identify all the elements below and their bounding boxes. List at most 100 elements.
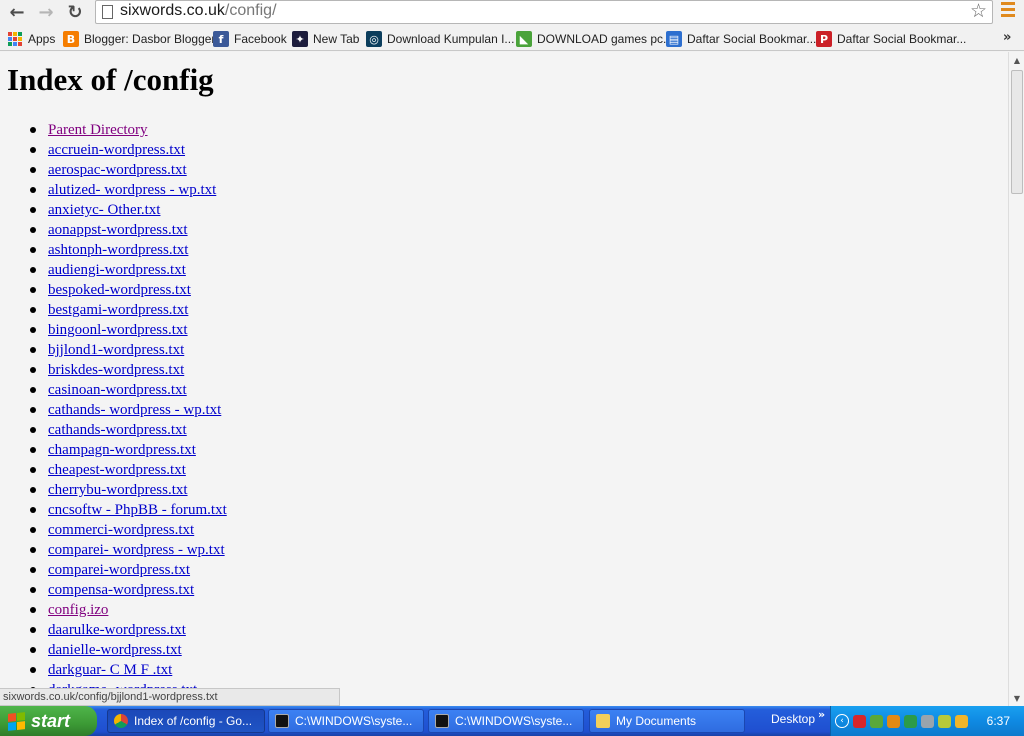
bookmark-label: Blogger: Dasbor Blogger bbox=[84, 32, 216, 46]
scroll-up-arrow-icon[interactable]: ▲ bbox=[1010, 52, 1024, 68]
tray-expand-icon[interactable]: ‹ bbox=[835, 714, 849, 728]
list-item: cncsoftw - PhpBB - forum.txt bbox=[30, 500, 227, 520]
file-link[interactable]: accruein-wordpress.txt bbox=[48, 142, 185, 158]
reload-button[interactable]: ↻ bbox=[63, 0, 87, 24]
file-link[interactable]: briskdes-wordpress.txt bbox=[48, 362, 184, 378]
back-button[interactable]: ← bbox=[5, 0, 29, 24]
list-item: bespoked-wordpress.txt bbox=[30, 280, 227, 300]
vertical-scrollbar[interactable]: ▲ ▼ bbox=[1008, 52, 1024, 706]
bookmark-label: Daftar Social Bookmar... bbox=[687, 32, 817, 46]
url-path: /config/ bbox=[224, 2, 277, 19]
file-link[interactable]: cncsoftw - PhpBB - forum.txt bbox=[48, 502, 227, 518]
taskbar-button-label: Index of /config - Go... bbox=[134, 714, 253, 728]
tray-volume-icon[interactable] bbox=[921, 714, 934, 728]
pinterest-icon: P bbox=[816, 31, 832, 47]
list-item: danielle-wordpress.txt bbox=[30, 640, 227, 660]
list-item: bingoonl-wordpress.txt bbox=[30, 320, 227, 340]
list-item: cathands-wordpress.txt bbox=[30, 420, 227, 440]
taskbar-button[interactable]: C:\WINDOWS\syste... bbox=[268, 709, 424, 733]
start-button[interactable]: start bbox=[0, 706, 97, 736]
bookmark-item[interactable]: ◣ DOWNLOAD games pc... bbox=[516, 30, 673, 48]
bullet-icon bbox=[30, 147, 36, 153]
bookmark-item[interactable]: Apps bbox=[7, 30, 55, 48]
taskbar-button-label: My Documents bbox=[616, 714, 697, 728]
parent-directory-link[interactable]: Parent Directory bbox=[48, 122, 148, 138]
file-link[interactable]: aonappst-wordpress.txt bbox=[48, 222, 188, 238]
bookmark-item[interactable]: P Daftar Social Bookmar... bbox=[816, 30, 966, 48]
file-link[interactable]: bingoonl-wordpress.txt bbox=[48, 322, 188, 338]
bullet-icon bbox=[30, 507, 36, 513]
file-link[interactable]: audiengi-wordpress.txt bbox=[48, 262, 186, 278]
file-link[interactable]: bespoked-wordpress.txt bbox=[48, 282, 191, 298]
file-link[interactable]: cathands- wordpress - wp.txt bbox=[48, 402, 221, 418]
file-link[interactable]: casinoan-wordpress.txt bbox=[48, 382, 187, 398]
bookmark-star-icon[interactable]: ☆ bbox=[970, 0, 987, 22]
file-link[interactable]: comparei-wordpress.txt bbox=[48, 562, 190, 578]
browser-toolbar: ← → ↻ sixwords.co.uk/config/ ☆ bbox=[0, 0, 1024, 27]
list-item: commerci-wordpress.txt bbox=[30, 520, 227, 540]
file-link[interactable]: commerci-wordpress.txt bbox=[48, 522, 194, 538]
tray-shield-icon[interactable] bbox=[938, 714, 951, 728]
bookmarks-overflow-chevron-icon[interactable]: » bbox=[1003, 30, 1011, 45]
bookmark-item[interactable]: ◎ Download Kumpulan I... bbox=[366, 30, 514, 48]
list-item: cathands- wordpress - wp.txt bbox=[30, 400, 227, 420]
file-link[interactable]: aerospac-wordpress.txt bbox=[48, 162, 187, 178]
bullet-icon bbox=[30, 307, 36, 313]
scroll-down-arrow-icon[interactable]: ▼ bbox=[1010, 690, 1024, 706]
bullet-icon bbox=[30, 167, 36, 173]
facebook-icon: f bbox=[213, 31, 229, 47]
file-link[interactable]: daarulke-wordpress.txt bbox=[48, 622, 186, 638]
bullet-icon bbox=[30, 607, 36, 613]
bullet-icon bbox=[30, 287, 36, 293]
list-item: daarulke-wordpress.txt bbox=[30, 620, 227, 640]
file-link[interactable]: ashtonph-wordpress.txt bbox=[48, 242, 188, 258]
list-item: Parent Directory bbox=[30, 120, 227, 140]
bookmark-item[interactable]: f Facebook bbox=[213, 30, 287, 48]
file-link[interactable]: darkguar- C M F .txt bbox=[48, 662, 172, 678]
list-item: audiengi-wordpress.txt bbox=[30, 260, 227, 280]
file-link[interactable]: bestgami-wordpress.txt bbox=[48, 302, 188, 318]
file-link[interactable]: compensa-wordpress.txt bbox=[48, 582, 194, 598]
file-link[interactable]: cherrybu-wordpress.txt bbox=[48, 482, 188, 498]
address-url[interactable]: sixwords.co.uk/config/ bbox=[120, 2, 277, 20]
file-link[interactable]: anxietyc- Other.txt bbox=[48, 202, 160, 218]
file-link[interactable]: cathands-wordpress.txt bbox=[48, 422, 187, 438]
taskbar-button[interactable]: Index of /config - Go... bbox=[107, 709, 265, 733]
list-item: compensa-wordpress.txt bbox=[30, 580, 227, 600]
address-bar[interactable]: sixwords.co.uk/config/ ☆ bbox=[95, 0, 993, 24]
file-link[interactable]: alutized- wordpress - wp.txt bbox=[48, 182, 216, 198]
scrollbar-thumb[interactable] bbox=[1011, 70, 1023, 194]
tray-clock[interactable]: 6:37 bbox=[987, 714, 1010, 728]
forward-button[interactable]: → bbox=[34, 0, 58, 24]
bookmark-item[interactable]: ✦ New Tab bbox=[292, 30, 359, 48]
list-item: casinoan-wordpress.txt bbox=[30, 380, 227, 400]
tray-pencil-icon[interactable] bbox=[955, 714, 968, 728]
bullet-icon bbox=[30, 207, 36, 213]
file-link[interactable]: bjjlond1-wordpress.txt bbox=[48, 342, 184, 358]
desktop-chevron-icon[interactable]: » bbox=[818, 708, 825, 721]
list-item: briskdes-wordpress.txt bbox=[30, 360, 227, 380]
tray-av-icon[interactable] bbox=[887, 714, 900, 728]
bookmark-label: DOWNLOAD games pc... bbox=[537, 32, 674, 46]
file-link[interactable]: comparei- wordpress - wp.txt bbox=[48, 542, 225, 558]
apps-grid-icon bbox=[7, 31, 23, 47]
file-link[interactable]: config.izo bbox=[48, 602, 108, 618]
list-item: aonappst-wordpress.txt bbox=[30, 220, 227, 240]
bookmark-item[interactable]: ▤ Daftar Social Bookmar... bbox=[666, 30, 816, 48]
tray-globe-icon[interactable] bbox=[904, 714, 917, 728]
taskbar-button[interactable]: My Documents bbox=[589, 709, 745, 733]
blogger-icon: B bbox=[63, 31, 79, 47]
file-link[interactable]: cheapest-wordpress.txt bbox=[48, 462, 186, 478]
windows-flag-icon bbox=[8, 711, 25, 731]
file-link[interactable]: danielle-wordpress.txt bbox=[48, 642, 182, 658]
list-item: bjjlond1-wordpress.txt bbox=[30, 340, 227, 360]
file-link[interactable]: champagn-wordpress.txt bbox=[48, 442, 196, 458]
bookmark-item[interactable]: B Blogger: Dasbor Blogger bbox=[63, 30, 215, 48]
new-tab-icon: ✦ bbox=[292, 31, 308, 47]
bookmark-label: Apps bbox=[28, 32, 56, 46]
tray-network-icon[interactable] bbox=[870, 714, 883, 728]
tray-flash-icon[interactable] bbox=[853, 714, 866, 728]
desktop-toolbar-label[interactable]: Desktop bbox=[771, 712, 815, 726]
taskbar-button[interactable]: C:\WINDOWS\syste... bbox=[428, 709, 584, 733]
chrome-menu-button[interactable] bbox=[1001, 2, 1015, 20]
